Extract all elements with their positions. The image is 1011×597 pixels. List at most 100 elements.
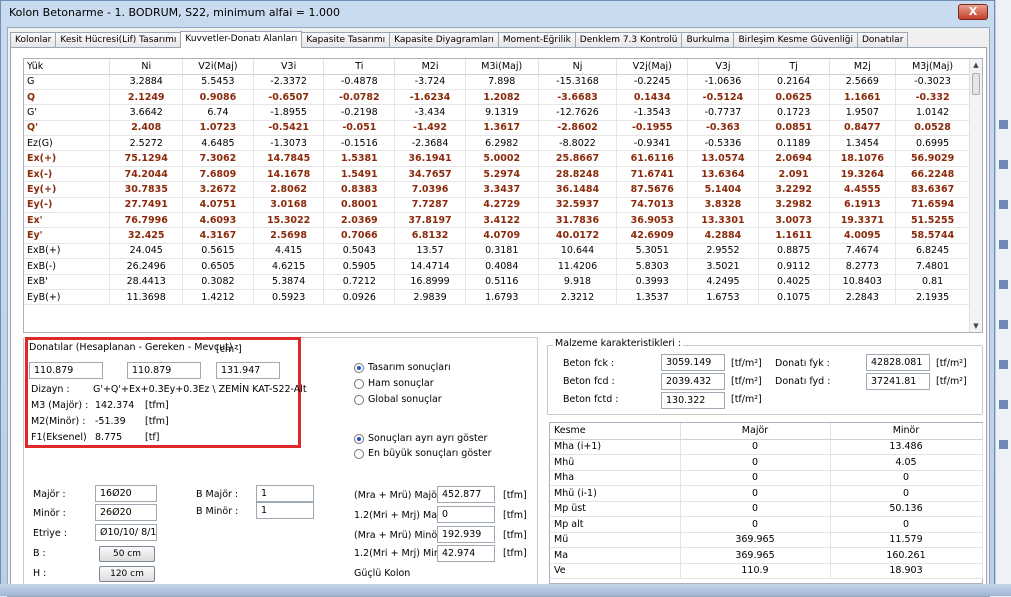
donati-gereken-field[interactable]: 110.879: [127, 362, 201, 379]
fck-field[interactable]: 3059.149: [661, 354, 725, 371]
column-header[interactable]: Ni: [109, 59, 184, 75]
kesme-row[interactable]: Mü 369.965 11.579: [550, 532, 983, 548]
table-row[interactable]: Ez(G) 2.5272 4.6485 -1.3073 -0.1516 -2.3684 6.…: [24, 135, 970, 152]
table-cell: 0.3993: [616, 274, 689, 290]
tab-burkulma[interactable]: Burkulma: [681, 32, 735, 48]
column-header[interactable]: Ti: [323, 59, 396, 75]
h-dimension-button[interactable]: 120 cm: [99, 566, 155, 582]
radio-tasarim-sonuclari[interactable]: Tasarım sonuçları: [354, 362, 451, 373]
kesme-row[interactable]: Mhü 0 4.05: [550, 454, 983, 471]
column-header[interactable]: M2j: [829, 59, 897, 75]
tab-kesit-hucresi[interactable]: Kesit Hücresi(Lif) Tasarımı: [55, 32, 182, 48]
table-cell: 0.8875: [758, 243, 830, 260]
table-cell: 0.5905: [323, 258, 396, 275]
table-row[interactable]: Ex(+) 75.1294 7.3062 14.7845 1.5381 36.1941 5.…: [24, 150, 970, 167]
capacity-label-1: (Mra + Mrü) Majör :: [354, 490, 448, 501]
scroll-thumb[interactable]: [972, 73, 980, 95]
fyk-field[interactable]: 42828.081: [866, 354, 930, 371]
major-rebar-field[interactable]: 16Ø20: [95, 485, 157, 502]
table-row[interactable]: Ey' 32.425 4.3167 2.5698 0.7066 6.8132 4.0709 4…: [24, 227, 970, 244]
kesme-row[interactable]: Mp alt 0 0: [550, 516, 983, 533]
table-cell: 19.3371: [829, 212, 897, 229]
tab-kapasite-diyagramlari[interactable]: Kapasite Diyagramları: [389, 32, 499, 48]
column-header[interactable]: V2i(Maj): [182, 59, 254, 75]
tab-moment-egrilik[interactable]: Moment-Eğrilik: [497, 32, 576, 48]
kesme-row[interactable]: Mhü (i-1) 0 0: [550, 485, 983, 502]
column-header[interactable]: M3j(Maj): [895, 59, 970, 75]
forces-table[interactable]: Yük Ni V2i(Maj) V3i Ti M2i M3i(Maj) Nj V2j(Maj) V…: [23, 58, 983, 333]
table-row[interactable]: ExB' 28.4413 0.3082 5.3874 0.7212 16.8999 0.51…: [24, 274, 970, 290]
close-button[interactable]: X: [958, 4, 988, 20]
capacity-field-1[interactable]: 452.877: [437, 486, 495, 503]
etriye-field[interactable]: Ø10/10/ 8/10: [95, 524, 157, 541]
b-minor-field[interactable]: 1: [256, 502, 314, 519]
kesme-row[interactable]: Mp üst 0 50.136: [550, 501, 983, 517]
table-row[interactable]: ExB(+) 24.045 0.5615 4.415 0.5043 13.57 0.3181…: [24, 243, 970, 260]
tab-birlesim-kesme[interactable]: Birleşim Kesme Güvenliği: [733, 32, 858, 48]
radio-ham-sonuclar[interactable]: Ham sonuçlar: [354, 378, 434, 389]
tab-donatilar[interactable]: Donatılar: [857, 32, 909, 48]
column-header[interactable]: M2i: [394, 59, 466, 75]
toolbar-tool-icon[interactable]: [999, 400, 1008, 409]
kesme-column-header[interactable]: Minör: [830, 423, 983, 440]
column-header[interactable]: V3j: [687, 59, 759, 75]
table-row[interactable]: Ex(-) 74.2044 7.6809 14.1678 1.5491 34.7657 5.…: [24, 166, 970, 183]
radio-sonuclari-ayri[interactable]: Sonuçları ayrı ayrı göster: [354, 433, 487, 444]
table-row[interactable]: Ey(-) 27.7491 4.0751 3.0168 0.8001 7.7287 4.27…: [24, 197, 970, 214]
tab-kapasite-tasarimi[interactable]: Kapasite Tasarımı: [301, 32, 391, 48]
fcd-field[interactable]: 2039.432: [661, 373, 725, 390]
table-row[interactable]: Ey(+) 30.7835 3.2672 2.8062 0.8383 7.0396 3.34…: [24, 181, 970, 198]
toolbar-tool-icon[interactable]: [999, 160, 1008, 169]
fctd-field[interactable]: 130.322: [661, 392, 725, 409]
kesme-row[interactable]: Mha 0 0: [550, 470, 983, 486]
column-header[interactable]: V3i: [253, 59, 325, 75]
table-row[interactable]: Ex' 76.7996 4.6093 15.3022 2.0369 37.8197 3.41…: [24, 212, 970, 229]
table-row[interactable]: Q' 2.408 1.0723 -0.5421 -0.051 -1.492 1.3617 -2…: [24, 120, 970, 137]
toolbar-tool-icon[interactable]: [999, 200, 1008, 209]
table-cell: 2.0369: [323, 212, 396, 229]
kesme-row[interactable]: Ma 369.965 160.261: [550, 547, 983, 564]
radio-global-sonuclar[interactable]: Global sonuçlar: [354, 394, 442, 405]
capacity-field-3[interactable]: 192.939: [437, 526, 495, 543]
toolbar-tool-icon[interactable]: [999, 320, 1008, 329]
column-header[interactable]: V2j(Maj): [616, 59, 689, 75]
toolbar-tool-icon[interactable]: [999, 280, 1008, 289]
kesme-column-header[interactable]: Majör: [680, 423, 831, 440]
side-toolbar: [995, 0, 1011, 596]
tab-kuvvetler-donati[interactable]: Kuvvetler-Donatı Alanları: [180, 31, 303, 48]
tab-denklem[interactable]: Denklem 7.3 Kontrolü: [574, 32, 683, 48]
column-header[interactable]: Yük: [24, 59, 111, 75]
toolbar-tool-icon[interactable]: [999, 120, 1008, 129]
toolbar-tool-icon[interactable]: [999, 240, 1008, 249]
radio-en-buyuk[interactable]: En büyük sonuçları göster: [354, 448, 492, 459]
fyd-field[interactable]: 37241.81: [866, 373, 930, 390]
kesme-row[interactable]: Mha (i+1) 0 13.486: [550, 439, 983, 455]
column-header[interactable]: M3i(Maj): [465, 59, 539, 75]
toolbar-tool-icon[interactable]: [999, 440, 1008, 449]
forces-table-scrollbar[interactable]: ▲ ▼: [969, 59, 982, 332]
table-row[interactable]: Q 2.1249 0.9086 -0.6507 -0.0782 -1.6234 1.2082…: [24, 89, 970, 106]
tab-kolonlar[interactable]: Kolonlar: [10, 32, 57, 48]
table-cell: 6.2982: [465, 135, 539, 152]
table-row[interactable]: EyB(+) 11.3698 1.4212 0.5923 0.0926 2.9839 1.6…: [24, 289, 970, 306]
kesme-row[interactable]: Ve 110.9 18.903: [550, 563, 983, 579]
scroll-up-arrow-icon[interactable]: ▲: [970, 59, 982, 71]
table-row[interactable]: G' 3.6642 6.74 -1.8955 -0.2198 -3.434 9.1319 -1…: [24, 104, 970, 121]
capacity-field-4[interactable]: 42.974: [437, 545, 495, 562]
m2-unit: [tfm]: [145, 416, 169, 427]
kesme-table[interactable]: Kesme Majör Minör Mha (i+1) 0 13.486 Mhü 0 4.05…: [549, 422, 983, 584]
table-cell: -0.3023: [895, 74, 970, 90]
table-row[interactable]: ExB(-) 26.2496 0.6505 4.6215 0.5905 14.4714 0.…: [24, 258, 970, 275]
b-dimension-button[interactable]: 50 cm: [99, 546, 155, 562]
kesme-column-header[interactable]: Kesme: [550, 423, 681, 440]
column-header[interactable]: Tj: [758, 59, 830, 75]
scroll-down-arrow-icon[interactable]: ▼: [970, 320, 982, 332]
donati-mevcut-field[interactable]: 131.947: [216, 362, 280, 379]
column-header[interactable]: Nj: [538, 59, 618, 75]
b-major-field[interactable]: 1: [256, 485, 314, 502]
minor-rebar-field[interactable]: 26Ø20: [95, 504, 157, 521]
table-row[interactable]: G 3.2884 5.5453 -2.3372 -0.4878 -3.724 7.898 -1…: [24, 74, 970, 90]
capacity-field-2[interactable]: 0: [437, 506, 495, 523]
donati-hesaplanan-field[interactable]: 110.879: [29, 362, 103, 379]
toolbar-tool-icon[interactable]: [999, 360, 1008, 369]
